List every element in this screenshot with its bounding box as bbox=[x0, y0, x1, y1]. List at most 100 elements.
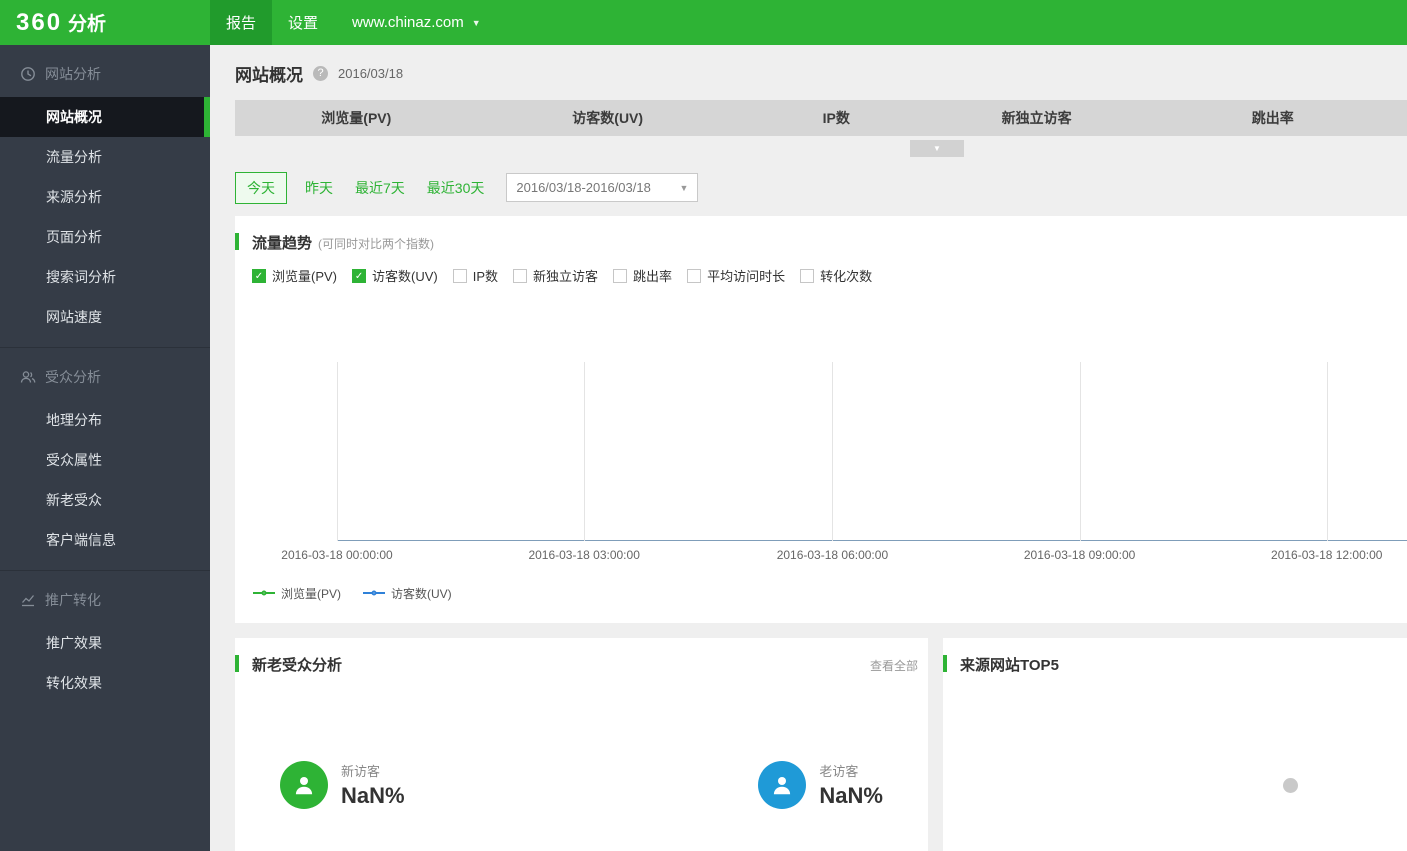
metric-checkbox-bounce-rate[interactable]: 跳出率 bbox=[613, 266, 672, 285]
returning-visitor-label: 老访客 bbox=[819, 764, 859, 779]
sidebar-section-conversion: 推广转化 推广效果 转化效果 bbox=[0, 570, 210, 703]
metric-checkbox-new-visitors[interactable]: 新独立访客 bbox=[513, 266, 598, 285]
metric-label: 跳出率 bbox=[633, 269, 673, 284]
x-axis-tick: 2016-03-18 00:00:00 bbox=[281, 548, 393, 562]
sidebar-item-site-overview[interactable]: 网站概况 bbox=[0, 97, 210, 137]
sidebar-section-head-conversion: 推广转化 bbox=[0, 577, 210, 623]
tab-settings[interactable]: 设置 bbox=[272, 0, 334, 45]
summary-col-bounce-rate: 跳出率 bbox=[1251, 110, 1294, 126]
trend-card-title: 流量趋势 bbox=[252, 235, 313, 252]
sidebar-item-label: 搜索词分析 bbox=[46, 269, 116, 285]
legend-marker-uv-icon bbox=[363, 590, 386, 596]
trend-card-subtitle: (可同时对比两个指数) bbox=[318, 237, 435, 251]
checkbox-unchecked-icon[interactable] bbox=[513, 268, 528, 283]
topbar: 360 分析 报告 设置 www.chinaz.com ▼ bbox=[0, 0, 1407, 45]
sidebar: 网站分析 网站概况 流量分析 来源分析 页面分析 搜索词分析 网站速度 受众分析… bbox=[0, 45, 210, 851]
summary-expand-button[interactable]: ▼ bbox=[910, 140, 964, 157]
sidebar-item-label: 网站概况 bbox=[46, 109, 102, 125]
date-range-value: 2016/03/18-2016/03/18 bbox=[516, 180, 651, 195]
sidebar-item-audience-attributes[interactable]: 受众属性 bbox=[0, 440, 210, 480]
chart-legend: 浏览量(PV) 访客数(UV) bbox=[253, 585, 1407, 601]
checkbox-unchecked-icon[interactable] bbox=[687, 268, 702, 283]
chart-gridline bbox=[1079, 362, 1081, 541]
metric-label: 平均访问时长 bbox=[707, 269, 786, 284]
legend-label: 访客数(UV) bbox=[391, 586, 452, 601]
metric-checkbox-ip[interactable]: IP数 bbox=[452, 266, 499, 285]
sidebar-item-label: 新老受众 bbox=[46, 492, 102, 508]
metric-checkbox-uv[interactable]: ✓ 访客数(UV) bbox=[352, 266, 438, 285]
checkbox-checked-icon[interactable]: ✓ bbox=[352, 268, 367, 283]
sidebar-item-label: 页面分析 bbox=[46, 229, 102, 245]
x-axis-tick: 2016-03-18 09:00:00 bbox=[1023, 548, 1136, 562]
sidebar-item-new-vs-returning[interactable]: 新老受众 bbox=[0, 480, 210, 520]
checkbox-checked-icon[interactable]: ✓ bbox=[252, 268, 266, 283]
new-visitor-person-icon bbox=[280, 761, 328, 809]
tab-report[interactable]: 报告 bbox=[210, 0, 273, 45]
sidebar-item-promotion-effect[interactable]: 推广效果 bbox=[0, 623, 210, 663]
summary-col-pv: 浏览量(PV) bbox=[321, 110, 392, 126]
sidebar-item-label: 流量分析 bbox=[46, 149, 102, 165]
site-analysis-icon bbox=[21, 67, 35, 81]
sidebar-item-label: 受众属性 bbox=[46, 452, 102, 468]
sidebar-section-head-site: 网站分析 bbox=[0, 51, 210, 97]
legend-label: 浏览量(PV) bbox=[281, 586, 342, 601]
source-top5-card: 来源网站TOP5 bbox=[943, 638, 1407, 851]
metric-checkbox-pv[interactable]: ✓ 浏览量(PV) bbox=[252, 266, 337, 285]
logo-brand: 360 bbox=[16, 8, 63, 36]
help-icon[interactable]: ? bbox=[313, 66, 328, 81]
site-selector-value: www.chinaz.com bbox=[352, 14, 464, 31]
date-range-select[interactable]: 2016/03/18-2016/03/18 ▼ bbox=[506, 173, 699, 202]
sidebar-item-search-term-analysis[interactable]: 搜索词分析 bbox=[0, 257, 210, 297]
chart-plot-area bbox=[337, 362, 1407, 541]
sidebar-item-geo-distribution[interactable]: 地理分布 bbox=[0, 400, 210, 440]
sidebar-item-site-speed[interactable]: 网站速度 bbox=[0, 297, 210, 337]
x-axis-tick: 2016-03-18 03:00:00 bbox=[528, 548, 640, 562]
x-axis-tick: 2016-03-18 06:00:00 bbox=[776, 548, 889, 562]
checkbox-unchecked-icon[interactable] bbox=[800, 268, 815, 283]
sidebar-item-traffic-analysis[interactable]: 流量分析 bbox=[0, 137, 210, 177]
audience-analysis-card: 新老受众分析 查看全部 新访客 NaN% 老访客 NaN% bbox=[235, 638, 928, 851]
traffic-trend-card: 流量趋势 (可同时对比两个指数) ✓ 浏览量(PV) ✓ 访客数(UV) IP数… bbox=[235, 216, 1407, 623]
checkbox-unchecked-icon[interactable] bbox=[452, 268, 467, 283]
summary-col-new-visitors: 新独立访客 bbox=[1001, 110, 1072, 126]
metric-checkbox-conversions[interactable]: 转化次数 bbox=[800, 266, 872, 285]
summary-metrics-header: 浏览量(PV) 访客数(UV) IP数 新独立访客 跳出率 bbox=[235, 100, 1407, 136]
site-selector-dropdown[interactable]: www.chinaz.com ▼ bbox=[352, 0, 481, 45]
filter-last-30-days[interactable]: 最近30天 bbox=[427, 178, 485, 198]
audience-card-title: 新老受众分析 bbox=[252, 657, 343, 674]
legend-item-uv[interactable]: 访客数(UV) bbox=[363, 585, 452, 602]
sidebar-item-page-analysis[interactable]: 页面分析 bbox=[0, 217, 210, 257]
legend-item-pv[interactable]: 浏览量(PV) bbox=[253, 585, 341, 602]
audience-card-header: 新老受众分析 查看全部 bbox=[235, 654, 928, 675]
filter-today[interactable]: 今天 bbox=[235, 171, 287, 204]
source-card-title: 来源网站TOP5 bbox=[960, 657, 1059, 674]
metric-label: 访客数(UV) bbox=[372, 269, 438, 284]
green-accent-bar bbox=[943, 655, 947, 672]
view-all-link[interactable]: 查看全部 bbox=[870, 657, 918, 674]
sidebar-item-source-analysis[interactable]: 来源分析 bbox=[0, 177, 210, 217]
sidebar-item-label: 转化效果 bbox=[46, 675, 102, 691]
sidebar-section-head-audience: 受众分析 bbox=[0, 354, 210, 400]
returning-visitor-value: NaN% bbox=[819, 783, 883, 808]
source-card-header: 来源网站TOP5 bbox=[943, 654, 1407, 675]
main-content: 网站概况 ? 2016/03/18 浏览量(PV) 访客数(UV) IP数 新独… bbox=[210, 0, 1407, 851]
filter-yesterday[interactable]: 昨天 bbox=[305, 178, 333, 198]
new-visitor-stat: 新访客 NaN% bbox=[280, 761, 405, 809]
metric-label: IP数 bbox=[472, 269, 499, 284]
checkbox-unchecked-icon[interactable] bbox=[613, 268, 628, 283]
conversion-icon bbox=[22, 595, 35, 607]
filter-last-7-days[interactable]: 最近7天 bbox=[355, 178, 405, 198]
x-axis-tick: 2016-03-18 12:00:00 bbox=[1271, 548, 1383, 562]
chart-gridline bbox=[1326, 362, 1328, 541]
tab-settings-label: 设置 bbox=[288, 15, 319, 32]
sidebar-item-label: 地理分布 bbox=[46, 412, 102, 428]
sidebar-section-site-analysis: 网站分析 网站概况 流量分析 来源分析 页面分析 搜索词分析 网站速度 bbox=[0, 45, 210, 337]
legend-marker-pv-icon bbox=[253, 590, 275, 596]
metric-checkbox-avg-duration[interactable]: 平均访问时长 bbox=[687, 266, 785, 285]
chart-gridline bbox=[584, 362, 586, 541]
sidebar-item-client-info[interactable]: 客户端信息 bbox=[0, 520, 210, 560]
chart-gridline bbox=[832, 362, 834, 541]
empty-chart-placeholder-dot bbox=[1283, 778, 1298, 793]
chart-gridline bbox=[337, 362, 338, 541]
sidebar-item-conversion-effect[interactable]: 转化效果 bbox=[0, 663, 210, 703]
